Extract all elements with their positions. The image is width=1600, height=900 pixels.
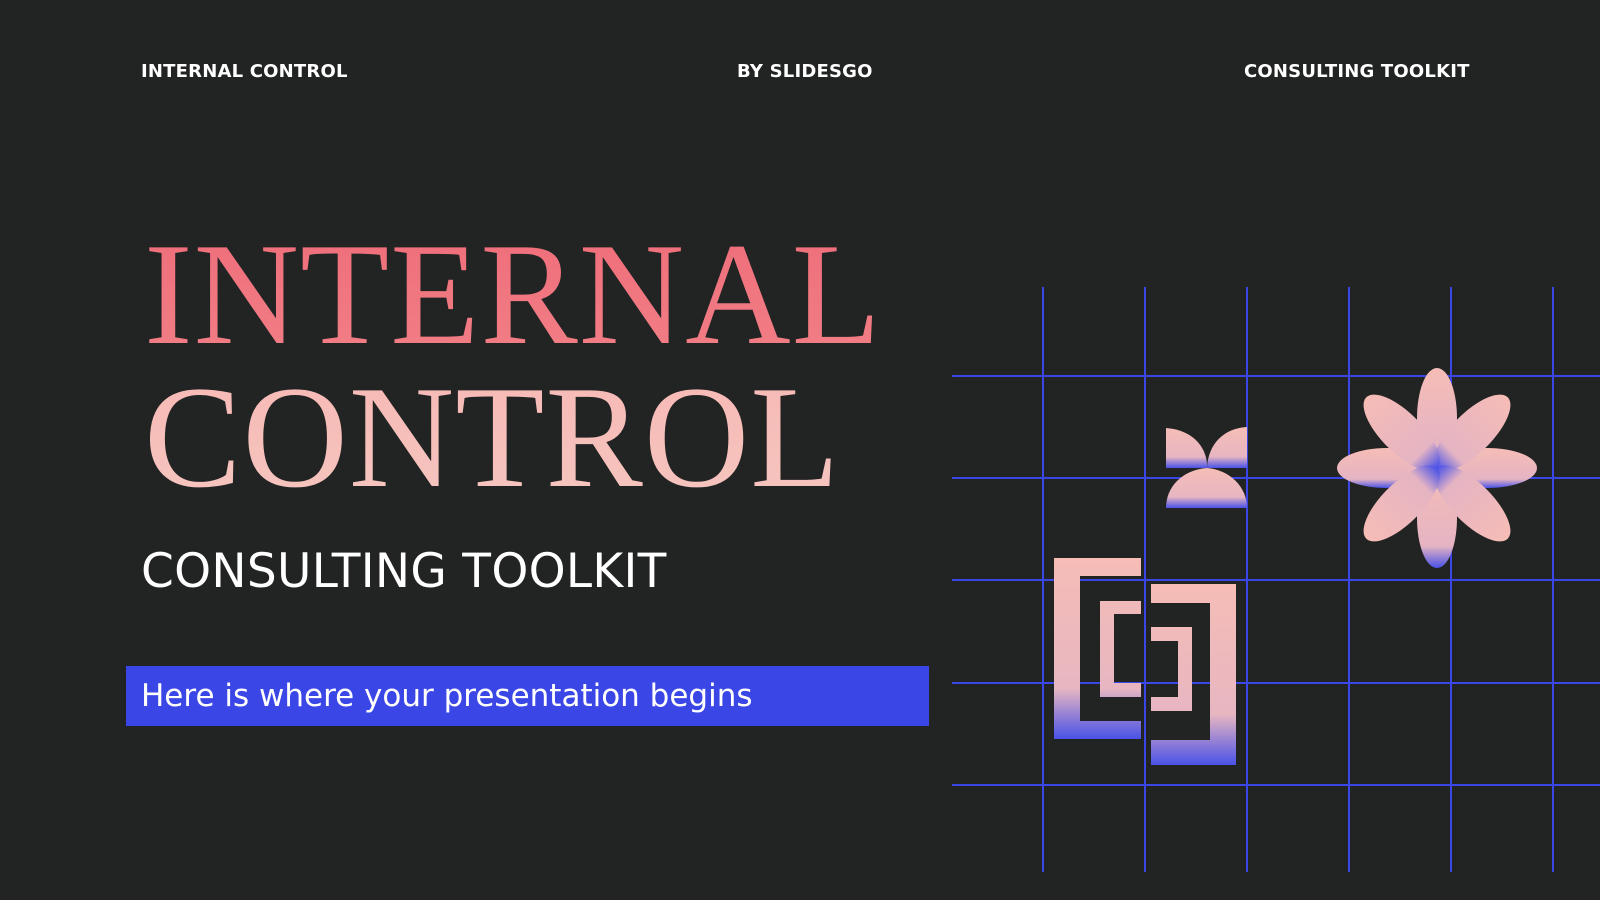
grid-lines	[952, 287, 1600, 872]
pinwheel-shape	[1166, 427, 1247, 508]
decoration-art	[952, 287, 1600, 872]
flower-shape	[1337, 368, 1537, 568]
title-slide: INTERNAL CONTROL BY SLIDESGO CONSULTING …	[0, 0, 1600, 900]
